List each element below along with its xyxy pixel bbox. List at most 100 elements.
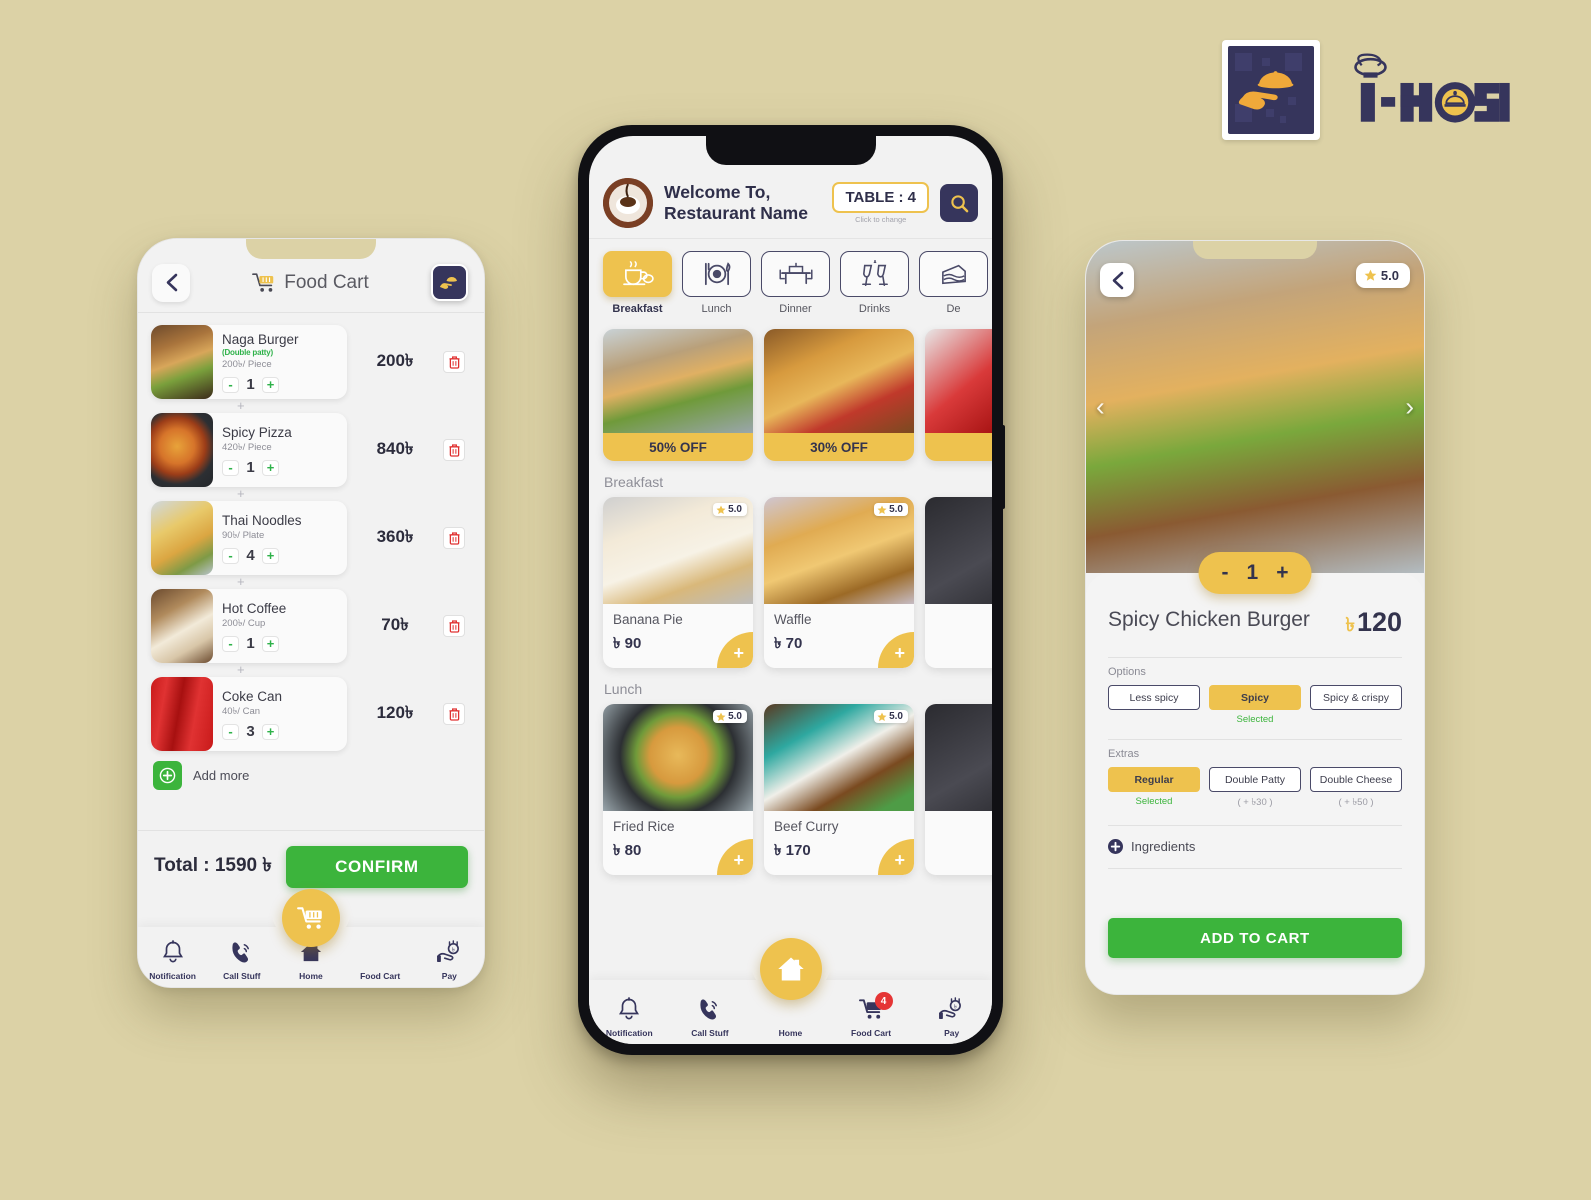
nav-item-food-cart[interactable]: 4 Food Cart — [831, 992, 912, 1038]
carousel-prev-button[interactable]: ‹ — [1096, 392, 1105, 423]
cart-item-card[interactable]: Naga Burger (Double patty) 200৳/ Piece -1 + — [151, 325, 347, 399]
nav-item-home[interactable]: Home — [276, 941, 345, 981]
plus-separator: + — [237, 398, 245, 413]
food-card[interactable] — [925, 497, 992, 668]
food-card[interactable] — [925, 704, 992, 875]
category-tab-breakfast[interactable]: Breakfast — [603, 251, 672, 315]
confirm-button[interactable]: CONFIRM — [285, 845, 468, 888]
back-button[interactable] — [152, 263, 190, 302]
table-number-badge[interactable]: TABLE : 4 — [832, 182, 929, 213]
food-card[interactable]: 5.0 Waffle ৳ 70 + — [764, 497, 914, 668]
nav-item-notification[interactable]: Notification — [589, 997, 670, 1038]
increment-button[interactable]: + — [262, 376, 279, 393]
option-chip[interactable]: Double Cheese — [1310, 767, 1402, 792]
back-button[interactable] — [1100, 263, 1134, 297]
food-card[interactable]: 5.0 Fried Rice ৳ 80 + — [603, 704, 753, 875]
quantity-value: 1 — [1246, 561, 1259, 584]
carousel-next-button[interactable]: › — [1405, 392, 1414, 423]
option-chip[interactable]: Double Patty — [1209, 767, 1301, 792]
cart-item-row[interactable]: Naga Burger (Double patty) 200৳/ Piece -1 +2… — [151, 325, 471, 399]
chevron-left-icon — [166, 273, 177, 292]
decrement-button[interactable]: - — [222, 547, 239, 564]
nav-item-food-cart[interactable]: Food Cart — [346, 941, 415, 981]
cart-item-card[interactable]: Hot Coffee 200৳/ Cup -1 + — [151, 589, 347, 663]
cart-item-card[interactable]: Coke Can 40৳/ Can -3 + — [151, 677, 347, 751]
delete-item-button[interactable] — [443, 615, 465, 637]
item-line-total: 70৳ — [381, 615, 409, 634]
currency-symbol: ৳ — [1345, 615, 1355, 636]
search-button[interactable] — [940, 184, 978, 222]
cart-fab-button[interactable] — [282, 889, 340, 947]
brand-button[interactable] — [431, 264, 468, 301]
category-tab-de[interactable]: De — [919, 251, 988, 315]
chip-group-item: Spicy Selected — [1209, 685, 1301, 725]
nav-item-call-stuff[interactable]: Call Stuff — [207, 940, 276, 981]
decrement-button[interactable]: - — [222, 376, 239, 393]
food-card-grid: 5.0 Banana Pie ৳ 90 + 5.0 Waffle ৳ 70 + — [589, 497, 992, 668]
promo-banner[interactable]: 50% OFF — [603, 329, 753, 461]
home-fab-button[interactable] — [759, 938, 822, 1000]
ihost-wordmark — [1342, 53, 1510, 127]
promo-discount-label: 50% OFF — [603, 433, 753, 461]
nav-item-notification[interactable]: Notification — [138, 940, 207, 981]
cart-item-row[interactable]: Coke Can 40৳/ Can -3 +120৳ — [151, 677, 471, 751]
increment-button[interactable]: + — [262, 635, 279, 652]
category-tab-drinks[interactable]: Drinks — [840, 251, 909, 315]
increment-button[interactable]: + — [262, 723, 279, 740]
add-to-cart-button[interactable]: ADD TO CART — [1108, 918, 1402, 958]
promo-banner[interactable] — [925, 329, 992, 461]
item-thumbnail — [151, 325, 213, 399]
option-note: Selected — [1135, 796, 1173, 807]
decrement-button[interactable]: - — [1222, 561, 1229, 585]
cart-item-card[interactable]: Spicy Pizza 420৳/ Piece -1 + — [151, 413, 347, 487]
delete-item-button[interactable] — [443, 703, 465, 725]
rating-value: 5.0 — [889, 711, 903, 722]
option-chip[interactable]: Spicy — [1209, 685, 1301, 710]
option-chip[interactable]: Spicy & crispy — [1310, 685, 1402, 710]
option-chip[interactable]: Less spicy — [1108, 685, 1200, 710]
divider — [1108, 868, 1402, 869]
quantity-stepper[interactable]: - 1 + — [1198, 552, 1312, 594]
cart-item-row[interactable]: Thai Noodles 90৳/ Plate -4 +360৳ — [151, 501, 471, 575]
food-card[interactable]: 5.0 Banana Pie ৳ 90 + — [603, 497, 753, 668]
phone-ring-icon — [698, 997, 721, 1025]
nav-item-label: Pay — [944, 1028, 960, 1038]
food-card[interactable]: 5.0 Beef Curry ৳ 170 + — [764, 704, 914, 875]
promo-image — [764, 329, 914, 433]
cart-item-list: Naga Burger (Double patty) 200৳/ Piece -1 +2… — [138, 313, 484, 790]
quantity-stepper[interactable]: -1 + — [222, 376, 347, 393]
increment-button[interactable]: + — [262, 547, 279, 564]
category-tab-lunch[interactable]: Lunch — [682, 251, 751, 315]
home-icon — [777, 957, 804, 981]
quantity-value: 4 — [246, 547, 255, 565]
cart-item-row[interactable]: Spicy Pizza 420৳/ Piece -1 +840৳ — [151, 413, 471, 487]
ingredients-toggle[interactable]: Ingredients — [1108, 839, 1402, 854]
cart-item-row[interactable]: Hot Coffee 200৳/ Cup -1 + 70৳ — [151, 589, 471, 663]
nav-item-pay[interactable]: ৳ Pay — [415, 940, 484, 981]
quantity-stepper[interactable]: -3 + — [222, 723, 347, 740]
delete-item-button[interactable] — [443, 351, 465, 373]
decrement-button[interactable]: - — [222, 459, 239, 476]
nav-item-pay[interactable]: ৳ Pay — [911, 997, 992, 1038]
option-chip[interactable]: Regular — [1108, 767, 1200, 792]
delete-item-button[interactable] — [443, 527, 465, 549]
table-selector[interactable]: TABLE : 4 Click to change — [832, 182, 929, 224]
nav-item-home[interactable]: Home — [750, 998, 831, 1038]
decrement-button[interactable]: - — [222, 635, 239, 652]
cheers-glasses-icon — [840, 251, 909, 297]
increment-button[interactable]: + — [1276, 561, 1288, 585]
nav-item-call-stuff[interactable]: Call Stuff — [670, 997, 751, 1038]
side-button[interactable] — [1001, 425, 1005, 509]
cart-item-card[interactable]: Thai Noodles 90৳/ Plate -4 + — [151, 501, 347, 575]
cake-slice-icon — [919, 251, 988, 297]
increment-button[interactable]: + — [262, 459, 279, 476]
decrement-button[interactable]: - — [222, 723, 239, 740]
add-more-button[interactable]: Add more — [151, 751, 471, 790]
category-tab-dinner[interactable]: Dinner — [761, 251, 830, 315]
delete-item-button[interactable] — [443, 439, 465, 461]
quantity-stepper[interactable]: -4 + — [222, 547, 347, 564]
star-icon — [877, 712, 887, 721]
quantity-stepper[interactable]: -1 + — [222, 459, 347, 476]
quantity-stepper[interactable]: -1 + — [222, 635, 347, 652]
promo-banner[interactable]: 30% OFF — [764, 329, 914, 461]
